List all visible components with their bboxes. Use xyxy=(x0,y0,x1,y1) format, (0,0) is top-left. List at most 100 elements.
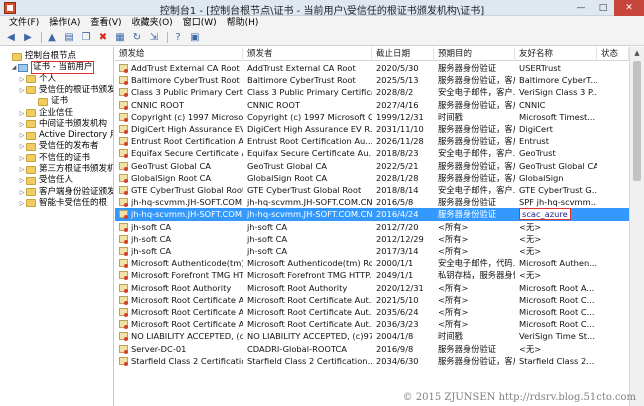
expand-arrow-icon[interactable]: ▷ xyxy=(18,141,26,152)
show-hide-tree-icon[interactable]: ▤ xyxy=(62,32,76,44)
forward-icon[interactable]: ▶ xyxy=(21,32,35,44)
tree-item[interactable]: ▷ 客户端身份验证颁发者 xyxy=(18,187,113,198)
table-row[interactable]: Microsoft Root Certificate Au... Microsof… xyxy=(115,306,629,318)
view-icon[interactable]: ▣ xyxy=(188,32,202,44)
back-icon[interactable]: ◀ xyxy=(4,32,18,44)
table-row[interactable]: jh-hq-scvmm.JH-SOFT.COM.CN jh-hq-scvmm.JH… xyxy=(115,196,629,208)
tree-item[interactable]: 证书 xyxy=(30,96,68,107)
tree-item[interactable]: ▷ 不信任的证书 xyxy=(18,153,90,164)
minimize-button[interactable]: — xyxy=(570,0,592,16)
column-header-issued-by[interactable]: 颁发者 xyxy=(243,47,372,61)
tree-item[interactable]: ▷ 智能卡受信任的根 xyxy=(18,198,107,209)
cell-text: jh-soft CA xyxy=(131,221,172,232)
tree-item[interactable]: ▷ 受信任的发布者 xyxy=(18,141,99,152)
vertical-scrollbar[interactable]: ▲ xyxy=(629,47,644,406)
table-row[interactable]: Microsoft Root Certificate Au... Microsof… xyxy=(115,294,629,306)
expand-arrow-icon[interactable]: ▷ xyxy=(18,119,26,130)
cell-issued-by: Microsoft Root Certificate Aut... xyxy=(243,294,372,306)
table-row[interactable]: Copyright (c) 1997 Microsoft C... Copyrig… xyxy=(115,111,629,123)
tree-item[interactable]: ◢ 证书 - 当前用户 xyxy=(10,61,95,75)
table-row[interactable]: NO LIABILITY ACCEPTED, (c)97... NO LIABIL… xyxy=(115,330,629,342)
menu-file[interactable]: 文件(F) xyxy=(4,17,44,29)
menu-view[interactable]: 查看(V) xyxy=(85,17,126,29)
menu-action[interactable]: 操作(A) xyxy=(44,17,85,29)
table-row[interactable]: jh-hq-scvmm.JH-SOFT.COM.... jh-hq-scvmm.J… xyxy=(115,208,629,221)
expand-arrow-icon[interactable]: ▷ xyxy=(18,153,26,164)
menu-favorites[interactable]: 收藏夹(O) xyxy=(127,17,178,29)
table-row[interactable]: jh-soft CA jh-soft CA 2017/3/14 <所有> <无> xyxy=(115,245,629,257)
table-row[interactable]: Starfield Class 2 Certification... Starfi… xyxy=(115,355,629,367)
cell-text: jh-hq-scvmm.JH-SOFT.COM.CN xyxy=(247,197,372,208)
cell-intended-purposes: <所有> xyxy=(434,294,515,306)
expand-arrow-icon[interactable]: ▷ xyxy=(18,198,26,209)
column-header-intended-purposes[interactable]: 预期目的 xyxy=(434,47,515,61)
table-row[interactable]: AddTrust External CA Root AddTrust Extern… xyxy=(115,62,629,74)
cell-friendly-name: <无> xyxy=(515,245,597,257)
column-header-status[interactable]: 状态 xyxy=(597,47,629,61)
menu-window[interactable]: 窗口(W) xyxy=(178,17,222,29)
cell-text: AddTrust External CA Root xyxy=(131,63,240,73)
maximize-button[interactable]: □ xyxy=(592,0,614,16)
table-row[interactable]: jh-soft CA jh-soft CA 2012/7/20 <所有> <无> xyxy=(115,221,629,233)
cell-text: Baltimore CyberT... xyxy=(519,75,597,86)
tree-item[interactable]: ▷ 受信任人 xyxy=(18,175,73,186)
properties-icon[interactable]: ▦ xyxy=(113,32,127,44)
table-row[interactable]: Microsoft Root Authority Microsoft Root A… xyxy=(115,282,629,294)
expand-arrow-icon[interactable]: ▷ xyxy=(18,85,26,96)
cell-text: jh-hq-scvmm.JH-SOFT.COM.CN xyxy=(247,209,372,220)
close-button[interactable]: ✕ xyxy=(614,0,644,16)
column-header-expiration-date[interactable]: 截止日期 xyxy=(372,47,434,61)
folder-icon xyxy=(38,97,48,106)
cell-text: jh-soft CA xyxy=(131,233,172,244)
cell-text: <所有> xyxy=(438,233,469,244)
table-row[interactable]: GTE CyberTrust Global Root GTE CyberTrust… xyxy=(115,184,629,196)
expand-arrow-icon[interactable]: ◢ xyxy=(10,62,18,73)
cell-status xyxy=(597,86,629,98)
table-row[interactable]: Entrust Root Certification Au... Entrust … xyxy=(115,135,629,147)
tree-item[interactable]: ▷ Active Directory 用户 xyxy=(18,130,113,141)
cell-text: CDADRI-Global-ROOTCA xyxy=(247,343,347,354)
scroll-up-icon[interactable]: ▲ xyxy=(630,47,644,59)
certificate-icon xyxy=(119,320,128,330)
delete-icon[interactable]: ✖ xyxy=(96,32,110,44)
table-row[interactable]: Microsoft Authenticode(tm) R... Microsoft… xyxy=(115,257,629,269)
table-row[interactable]: Microsoft Forefront TMG HTT... Microsoft … xyxy=(115,269,629,281)
tree-item[interactable]: ▷ 第三方根证书颁发机构 xyxy=(18,164,113,175)
scroll-thumb[interactable] xyxy=(633,61,641,181)
refresh-icon[interactable]: ↻ xyxy=(130,32,144,44)
export-icon[interactable]: ⇲ xyxy=(147,32,161,44)
folder-up-icon[interactable]: ▲ xyxy=(45,32,59,44)
folder-icon xyxy=(26,165,36,174)
tree-item[interactable]: ▷ 企业信任 xyxy=(18,108,73,119)
table-row[interactable]: Equifax Secure Certificate Au... Equifax … xyxy=(115,147,629,159)
table-row[interactable]: jh-soft CA jh-soft CA 2012/12/29 <所有> <无> xyxy=(115,233,629,245)
cell-text: 2026/11/28 xyxy=(376,136,424,147)
expand-arrow-icon[interactable]: ▷ xyxy=(18,175,26,186)
table-row[interactable]: Server-DC-01 CDADRI-Global-ROOTCA 2016/9/8… xyxy=(115,343,629,355)
tree-item[interactable]: ▷ 受信任的根证书颁发机 xyxy=(18,85,113,96)
column-header-friendly-name[interactable]: 友好名称 xyxy=(515,47,597,61)
expand-arrow-icon[interactable]: ▷ xyxy=(18,187,26,198)
expand-arrow-icon[interactable]: ▷ xyxy=(18,164,26,175)
table-row[interactable]: Baltimore CyberTrust Root Baltimore Cyber… xyxy=(115,74,629,86)
table-row[interactable]: Class 3 Public Primary Certifica... Class… xyxy=(115,86,629,98)
expand-arrow-icon[interactable]: ▷ xyxy=(18,108,26,119)
cell-text: 时间戳 xyxy=(438,331,463,342)
table-row[interactable]: GlobalSign Root CA GlobalSign Root CA 2028… xyxy=(115,172,629,184)
certificate-icon xyxy=(119,332,128,342)
cell-text: 服务器身份验证，客户... xyxy=(438,99,515,110)
table-row[interactable]: Microsoft Root Certificate Au... Microsof… xyxy=(115,318,629,330)
cell-status xyxy=(597,282,629,294)
copy-icon[interactable]: ❐ xyxy=(79,32,93,44)
tree-item[interactable]: ▷ 中间证书颁发机构 xyxy=(18,119,107,130)
expand-arrow-icon[interactable]: ▷ xyxy=(18,130,26,141)
column-header-issued-to[interactable]: 颁发给 xyxy=(115,47,243,61)
table-row[interactable]: GeoTrust Global CA GeoTrust Global CA 2022… xyxy=(115,160,629,172)
window-title: 控制台1 - [控制台根节点\证书 - 当前用户\受信任的根证书颁发机构\证书] xyxy=(159,6,485,17)
menu-help[interactable]: 帮助(H) xyxy=(222,17,264,29)
help-icon[interactable]: ? xyxy=(171,32,185,44)
tree-item[interactable]: ▷ 个人 xyxy=(18,74,56,85)
table-row[interactable]: DigiCert High Assurance EV R... DigiCert … xyxy=(115,123,629,135)
expand-arrow-icon[interactable]: ▷ xyxy=(18,74,26,85)
table-row[interactable]: CNNIC ROOT CNNIC ROOT 2027/4/16 服务器身份验证，客户.… xyxy=(115,99,629,111)
